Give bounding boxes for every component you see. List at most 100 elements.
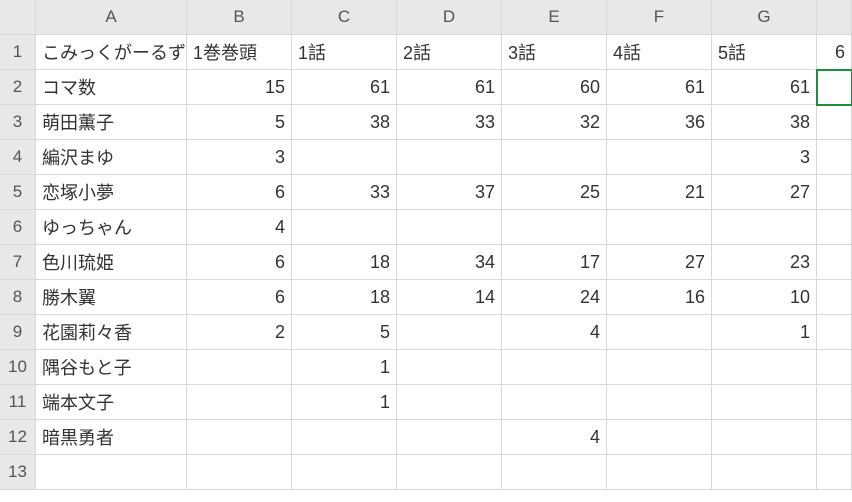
- col-header-H[interactable]: [817, 0, 852, 35]
- cell-D6[interactable]: [397, 210, 502, 245]
- row-header-5[interactable]: 5: [0, 175, 36, 210]
- cell-G13[interactable]: [712, 455, 817, 490]
- cell-B8[interactable]: 6: [187, 280, 292, 315]
- cell-A3[interactable]: 萌田薫子: [36, 105, 187, 140]
- cell-E2[interactable]: 60: [502, 70, 607, 105]
- row-header-3[interactable]: 3: [0, 105, 36, 140]
- row-header-9[interactable]: 9: [0, 315, 36, 350]
- cell-F5[interactable]: 21: [607, 175, 712, 210]
- spreadsheet-grid[interactable]: ABCDEFG1こみっくがーるず1巻巻頭1話2話3話4話5話62コマ数15616…: [0, 0, 852, 490]
- cell-E6[interactable]: [502, 210, 607, 245]
- cell-C4[interactable]: [292, 140, 397, 175]
- cell-A10[interactable]: 隅谷もと子: [36, 350, 187, 385]
- cell-D1[interactable]: 2話: [397, 35, 502, 70]
- cell-F4[interactable]: [607, 140, 712, 175]
- cell-G12[interactable]: [712, 420, 817, 455]
- cell-B2[interactable]: 15: [187, 70, 292, 105]
- cell-G11[interactable]: [712, 385, 817, 420]
- cell-A9[interactable]: 花園莉々香: [36, 315, 187, 350]
- cell-F13[interactable]: [607, 455, 712, 490]
- cell-D10[interactable]: [397, 350, 502, 385]
- cell-D11[interactable]: [397, 385, 502, 420]
- cell-C9[interactable]: 5: [292, 315, 397, 350]
- col-header-C[interactable]: C: [292, 0, 397, 35]
- cell-C5[interactable]: 33: [292, 175, 397, 210]
- cell-A11[interactable]: 端本文子: [36, 385, 187, 420]
- cell-B1[interactable]: 1巻巻頭: [187, 35, 292, 70]
- cell-A5[interactable]: 恋塚小夢: [36, 175, 187, 210]
- cell-D9[interactable]: [397, 315, 502, 350]
- cell-C8[interactable]: 18: [292, 280, 397, 315]
- row-header-11[interactable]: 11: [0, 385, 36, 420]
- row-header-6[interactable]: 6: [0, 210, 36, 245]
- cell-B11[interactable]: [187, 385, 292, 420]
- col-header-G[interactable]: G: [712, 0, 817, 35]
- row-header-13[interactable]: 13: [0, 455, 36, 490]
- cell-F10[interactable]: [607, 350, 712, 385]
- cell-B4[interactable]: 3: [187, 140, 292, 175]
- col-header-F[interactable]: F: [607, 0, 712, 35]
- cell-C1[interactable]: 1話: [292, 35, 397, 70]
- cell-A1[interactable]: こみっくがーるず: [36, 35, 187, 70]
- cell-H9[interactable]: [817, 315, 852, 350]
- cell-E4[interactable]: [502, 140, 607, 175]
- cell-F9[interactable]: [607, 315, 712, 350]
- cell-C11[interactable]: 1: [292, 385, 397, 420]
- cell-E13[interactable]: [502, 455, 607, 490]
- cell-G1[interactable]: 5話: [712, 35, 817, 70]
- cell-H13[interactable]: [817, 455, 852, 490]
- cell-D8[interactable]: 14: [397, 280, 502, 315]
- cell-E5[interactable]: 25: [502, 175, 607, 210]
- cell-D7[interactable]: 34: [397, 245, 502, 280]
- cell-A8[interactable]: 勝木翼: [36, 280, 187, 315]
- row-header-2[interactable]: 2: [0, 70, 36, 105]
- cell-B5[interactable]: 6: [187, 175, 292, 210]
- cell-D12[interactable]: [397, 420, 502, 455]
- cell-A6[interactable]: ゆっちゃん: [36, 210, 187, 245]
- cell-D4[interactable]: [397, 140, 502, 175]
- col-header-E[interactable]: E: [502, 0, 607, 35]
- cell-H3[interactable]: [817, 105, 852, 140]
- cell-G3[interactable]: 38: [712, 105, 817, 140]
- cell-C2[interactable]: 61: [292, 70, 397, 105]
- cell-F8[interactable]: 16: [607, 280, 712, 315]
- cell-D5[interactable]: 37: [397, 175, 502, 210]
- col-header-D[interactable]: D: [397, 0, 502, 35]
- cell-H2[interactable]: [817, 70, 852, 105]
- cell-G6[interactable]: [712, 210, 817, 245]
- cell-E10[interactable]: [502, 350, 607, 385]
- cell-F11[interactable]: [607, 385, 712, 420]
- cell-G5[interactable]: 27: [712, 175, 817, 210]
- cell-G2[interactable]: 61: [712, 70, 817, 105]
- cell-C3[interactable]: 38: [292, 105, 397, 140]
- row-header-4[interactable]: 4: [0, 140, 36, 175]
- cell-D2[interactable]: 61: [397, 70, 502, 105]
- cell-C10[interactable]: 1: [292, 350, 397, 385]
- cell-H4[interactable]: [817, 140, 852, 175]
- cell-B12[interactable]: [187, 420, 292, 455]
- cell-F7[interactable]: 27: [607, 245, 712, 280]
- cell-E12[interactable]: 4: [502, 420, 607, 455]
- row-header-7[interactable]: 7: [0, 245, 36, 280]
- cell-H12[interactable]: [817, 420, 852, 455]
- cell-H10[interactable]: [817, 350, 852, 385]
- cell-F2[interactable]: 61: [607, 70, 712, 105]
- col-header-A[interactable]: A: [36, 0, 187, 35]
- row-header-10[interactable]: 10: [0, 350, 36, 385]
- cell-G10[interactable]: [712, 350, 817, 385]
- row-header-8[interactable]: 8: [0, 280, 36, 315]
- cell-B13[interactable]: [187, 455, 292, 490]
- cell-E1[interactable]: 3話: [502, 35, 607, 70]
- cell-H6[interactable]: [817, 210, 852, 245]
- cell-H1[interactable]: 6: [817, 35, 852, 70]
- cell-F3[interactable]: 36: [607, 105, 712, 140]
- cell-F12[interactable]: [607, 420, 712, 455]
- cell-A13[interactable]: [36, 455, 187, 490]
- cell-A2[interactable]: コマ数: [36, 70, 187, 105]
- cell-G8[interactable]: 10: [712, 280, 817, 315]
- cell-A12[interactable]: 暗黒勇者: [36, 420, 187, 455]
- cell-B9[interactable]: 2: [187, 315, 292, 350]
- cell-G4[interactable]: 3: [712, 140, 817, 175]
- cell-B7[interactable]: 6: [187, 245, 292, 280]
- cell-H7[interactable]: [817, 245, 852, 280]
